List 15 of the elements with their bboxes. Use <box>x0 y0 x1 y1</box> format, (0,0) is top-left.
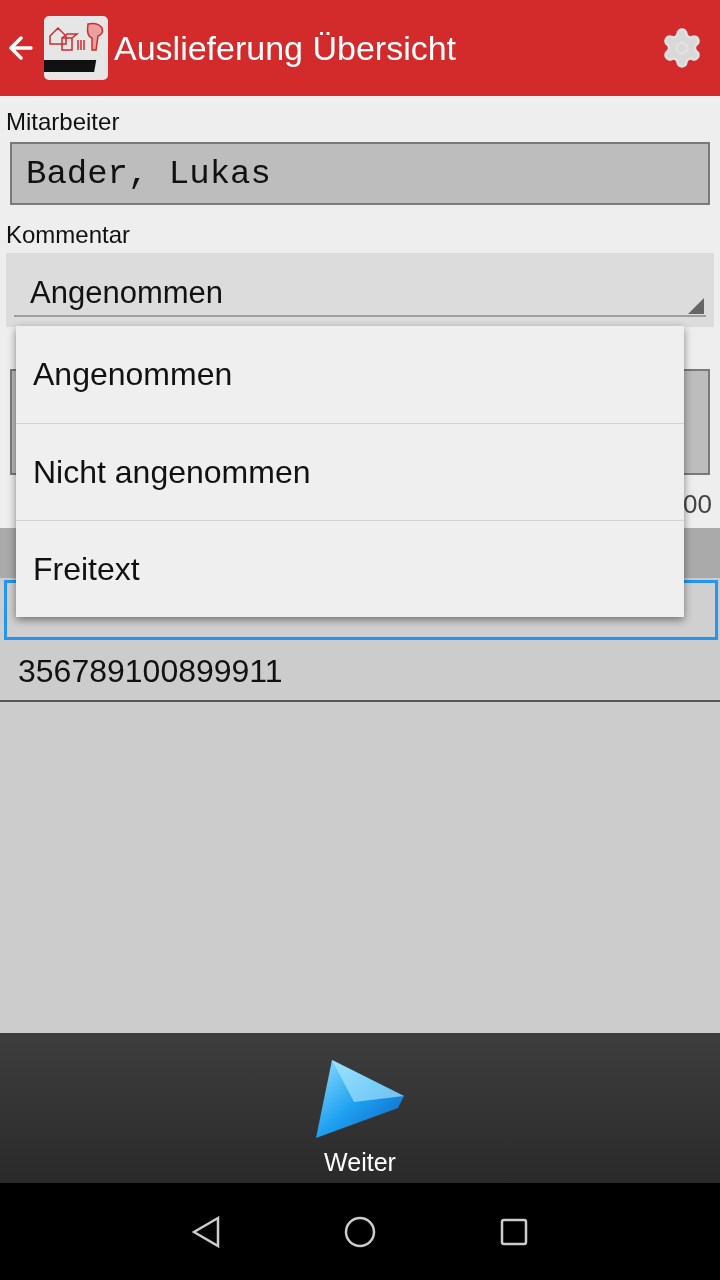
home-icon[interactable] <box>344 1215 376 1248</box>
recents-icon[interactable] <box>500 1217 528 1246</box>
character-counter: 00 <box>683 489 712 520</box>
dropdown-option[interactable]: Freitext <box>16 520 684 617</box>
back-icon[interactable] <box>192 1215 220 1248</box>
dropdown-option[interactable]: Nicht angenommen <box>16 423 684 520</box>
dropdown-option[interactable]: Angenommen <box>16 326 684 423</box>
screen-title: Auslieferung Übersicht <box>114 28 458 68</box>
employee-field[interactable]: Bader, Lukas <box>10 142 710 205</box>
logo-icon <box>44 16 108 80</box>
comment-dropdown[interactable]: Angenommen <box>6 253 714 327</box>
play-icon <box>314 1058 406 1140</box>
field-label: Kommentar <box>6 221 131 249</box>
field-label: Mitarbeiter <box>6 108 120 136</box>
next-button[interactable]: Weiter <box>314 1058 406 1177</box>
